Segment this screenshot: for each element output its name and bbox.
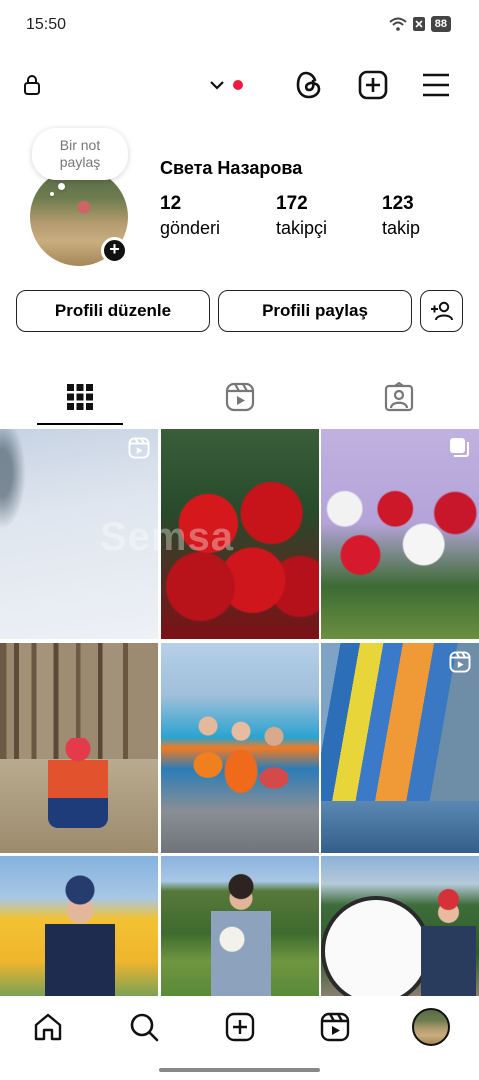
discover-people-button[interactable] — [420, 290, 463, 332]
share-profile-button[interactable]: Profili paylaş — [218, 290, 412, 332]
photo-subject — [186, 713, 296, 843]
active-tab-indicator — [37, 423, 123, 425]
nav-profile[interactable] — [408, 1006, 454, 1048]
clock-decoration — [321, 896, 431, 996]
note-bubble-tail-small — [50, 192, 54, 196]
following-label: takip — [382, 218, 421, 238]
profile-tabs — [0, 368, 479, 426]
post-thumbnail[interactable] — [321, 643, 479, 853]
carousel-badge-icon — [450, 438, 469, 457]
sim-off-icon — [412, 17, 425, 31]
photo-subject — [421, 881, 476, 996]
post-thumbnail[interactable] — [0, 643, 158, 853]
create-icon — [225, 1012, 255, 1042]
tab-tagged[interactable] — [319, 368, 479, 426]
post-thumbnail[interactable] — [161, 643, 319, 853]
following-count: 123 — [382, 193, 414, 214]
watermark: Semsa — [100, 515, 234, 559]
battery-level: 88 — [430, 16, 451, 32]
posts-label: gönderi — [160, 218, 221, 238]
followers-count: 172 — [276, 193, 308, 214]
reels-icon — [225, 382, 255, 412]
add-story-icon[interactable]: + — [101, 237, 128, 264]
status-time: 15:50 — [26, 16, 67, 33]
followers-stat[interactable]: 172 takipçi — [276, 192, 327, 240]
create-post-icon[interactable] — [350, 62, 396, 108]
post-thumbnail[interactable] — [0, 856, 158, 996]
note-bubble-tail — [58, 183, 65, 190]
nav-search[interactable] — [121, 1006, 167, 1048]
post-thumbnail[interactable] — [321, 856, 479, 996]
status-icons: 88 — [389, 16, 451, 32]
tab-reels[interactable] — [160, 368, 320, 426]
photo-subject — [211, 871, 271, 996]
followers-label: takipçi — [276, 218, 328, 238]
lock-icon[interactable] — [9, 62, 55, 108]
status-bar: 15:50 88 — [0, 0, 479, 50]
nav-reels[interactable] — [312, 1006, 358, 1048]
reel-badge-icon — [128, 437, 150, 459]
photo-subject — [45, 866, 115, 996]
nav-create[interactable] — [217, 1006, 263, 1048]
edit-profile-button[interactable]: Profili düzenle — [16, 290, 210, 332]
grid-icon — [67, 384, 93, 410]
search-icon — [130, 1013, 159, 1042]
note-bubble[interactable]: Bir not paylaş — [32, 128, 128, 180]
note-line-1: Bir not — [59, 137, 101, 153]
nav-home[interactable] — [25, 1006, 71, 1048]
tagged-person-icon — [384, 382, 414, 412]
notification-dot — [233, 80, 243, 90]
posts-count: 12 — [160, 193, 182, 214]
menu-icon[interactable] — [413, 62, 459, 108]
add-person-icon — [430, 301, 453, 321]
following-stat[interactable]: 123 takip — [382, 192, 420, 240]
bottom-nav — [0, 996, 479, 1058]
home-icon — [34, 1013, 62, 1041]
post-thumbnail[interactable] — [321, 429, 479, 639]
photo-subject — [48, 738, 108, 828]
note-line-2: paylaş — [59, 154, 101, 170]
tab-grid[interactable] — [0, 368, 160, 426]
threads-icon[interactable] — [286, 62, 332, 108]
profile-avatar-small — [412, 1008, 450, 1046]
wifi-icon — [389, 17, 407, 31]
posts-stat[interactable]: 12 gönderi — [160, 192, 220, 240]
profile-name: Света Назарова — [160, 158, 303, 178]
reel-badge-icon — [449, 651, 471, 673]
post-thumbnail[interactable] — [161, 856, 319, 996]
reels-icon — [320, 1012, 350, 1042]
home-indicator[interactable] — [159, 1068, 320, 1072]
